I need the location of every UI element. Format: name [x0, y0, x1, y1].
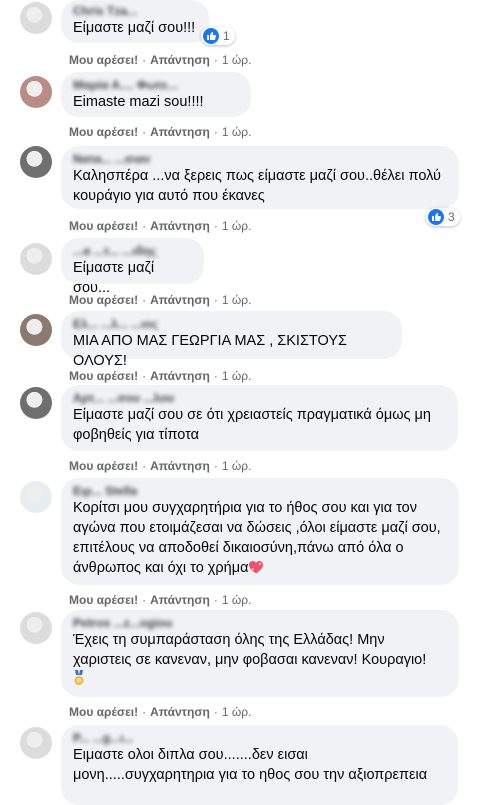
comment-actions: Μου αρέσει! · Απάντηση · 1 ώρ. [69, 369, 251, 383]
comment-text: Eimaste mazi sou!!!! [73, 94, 204, 110]
avatar[interactable] [20, 481, 52, 513]
timestamp[interactable]: 1 ώρ. [222, 219, 252, 233]
comment-bubble: Ειρ... Stella Κορίτσι μου συγχαρητήρια γ… [61, 478, 459, 585]
commenter-name[interactable]: Chris Tza... [73, 4, 197, 18]
avatar[interactable] [20, 146, 52, 178]
reply-button[interactable]: Απάντηση [150, 459, 210, 473]
separator: · [142, 125, 147, 139]
separator: · [213, 125, 218, 139]
commenter-name[interactable]: Ελ... ...λ... ...ιος [73, 317, 390, 331]
reaction-count[interactable]: 1 [201, 27, 235, 45]
comment-bubble: Νατα... ...σιαν Καλησπέρα ...να ξερεις π… [61, 146, 459, 209]
like-button[interactable]: Μου αρέσει! [69, 369, 138, 383]
comment-text-wrap: Κορίτσι μου συγχαρητήρια για το ήθος σου… [73, 498, 447, 580]
like-button[interactable]: Μου αρέσει! [69, 125, 138, 139]
heart-emoji-icon [248, 560, 264, 580]
separator: · [142, 293, 147, 307]
commenter-name[interactable]: Μαρία Α.... Φωτε... [73, 78, 239, 92]
reply-button[interactable]: Απάντηση [150, 293, 210, 307]
avatar[interactable] [20, 727, 52, 759]
comment-bubble: ...α ...τ... ...ιδης Είμαστε μαζί σου... [61, 238, 204, 296]
comment-bubble: Ρ... ...g...ι... Ειμαστε ολοι διπλα σου.… [61, 725, 458, 805]
comment-text: Είμαστε μαζί σου σε ότι χρειαστείς πραγμ… [73, 407, 431, 443]
timestamp[interactable]: 1 ώρ. [222, 293, 252, 307]
commenter-name[interactable]: Ειρ... Stella [73, 484, 447, 498]
separator: · [142, 705, 147, 719]
timestamp[interactable]: 1 ώρ. [222, 705, 252, 719]
avatar[interactable] [20, 243, 52, 275]
separator: · [213, 459, 218, 473]
separator: · [142, 593, 147, 607]
like-icon [428, 209, 444, 225]
avatar[interactable] [20, 612, 52, 644]
comment-bubble: Μαρία Α.... Φωτε... Eimaste mazi sou!!!! [61, 72, 251, 117]
comment-text: Έχεις τη συμπαράσταση όλης της Ελλάδας! … [73, 632, 427, 668]
comment-actions: Μου αρέσει! · Απάντηση · 1 ώρ. [69, 125, 251, 139]
avatar[interactable] [20, 387, 52, 419]
separator: · [142, 369, 147, 383]
comment-bubble: Petros ...z...ogiou Έχεις τη συμπαράστασ… [61, 610, 459, 697]
like-button[interactable]: Μου αρέσει! [69, 293, 138, 307]
reply-button[interactable]: Απάντηση [150, 369, 210, 383]
comment-actions: Μου αρέσει! · Απάντηση · 1 ώρ. [69, 593, 251, 607]
reaction-number: 1 [223, 29, 230, 43]
reply-button[interactable]: Απάντηση [150, 705, 210, 719]
like-button[interactable]: Μου αρέσει! [69, 219, 138, 233]
separator: · [213, 293, 218, 307]
commenter-name[interactable]: Αρτ... ...σου ...λου [73, 391, 446, 405]
like-button[interactable]: Μου αρέσει! [69, 705, 138, 719]
comment-bubble: Ελ... ...λ... ...ιος ΜΙΑ ΑΠΟ ΜΑΣ ΓΕΩΡΓΙΑ… [61, 311, 402, 369]
reply-button[interactable]: Απάντηση [150, 125, 210, 139]
comment-text: ΜΙΑ ΑΠΟ ΜΑΣ ΓΕΩΡΓΙΑ ΜΑΣ , ΣΚΙΣΤΟΥΣ ΟΛΟΥΣ… [73, 333, 347, 369]
avatar[interactable] [20, 76, 52, 108]
comment-text: Καλησπέρα ...να ξερεις πως είμαστε μαζί … [73, 168, 441, 204]
commenter-name[interactable]: ...α ...τ... ...ιδης [73, 244, 192, 258]
separator: · [142, 53, 147, 67]
reply-button[interactable]: Απάντηση [150, 219, 210, 233]
separator: · [213, 593, 218, 607]
comment-actions: Μου αρέσει! · Απάντηση · 1 ώρ. [69, 53, 251, 67]
comment-actions: Μου αρέσει! · Απάντηση · 1 ώρ. [69, 293, 251, 307]
comment-text: Ειμαστε ολοι διπλα σου.......δεν εισαι μ… [73, 747, 428, 783]
comment-text: Είμαστε μαζί σου... [73, 260, 155, 296]
commenter-name[interactable]: Petros ...z...ogiou [73, 616, 447, 630]
timestamp[interactable]: 1 ώρ. [222, 125, 252, 139]
separator: · [213, 219, 218, 233]
separator: · [213, 369, 218, 383]
timestamp[interactable]: 1 ώρ. [222, 53, 252, 67]
reply-button[interactable]: Απάντηση [150, 53, 210, 67]
commenter-name[interactable]: Ρ... ...g...ι... [73, 731, 446, 745]
comment-bubble: Chris Tza... Είμαστε μαζί σου!!! [61, 0, 209, 43]
separator: · [213, 53, 218, 67]
reaction-number: 3 [448, 210, 455, 224]
timestamp[interactable]: 1 ώρ. [222, 369, 252, 383]
timestamp[interactable]: 1 ώρ. [222, 593, 252, 607]
comment-text-wrap: Έχεις τη συμπαράσταση όλης της Ελλάδας! … [73, 630, 447, 692]
medal-emoji-icon [73, 670, 85, 692]
comment-actions: Μου αρέσει! · Απάντηση · 1 ώρ. [69, 459, 251, 473]
comment-text: Είμαστε μαζί σου!!! [73, 20, 196, 36]
separator: · [142, 219, 147, 233]
comment-actions: Μου αρέσει! · Απάντηση · 1 ώρ. [69, 219, 251, 233]
like-icon [203, 28, 219, 44]
separator: · [213, 705, 218, 719]
reply-button[interactable]: Απάντηση [150, 593, 210, 607]
avatar[interactable] [20, 314, 52, 346]
comment-bubble: Αρτ... ...σου ...λου Είμαστε μαζί σου σε… [61, 385, 458, 451]
separator: · [142, 459, 147, 473]
reaction-count[interactable]: 3 [426, 208, 460, 226]
commenter-name[interactable]: Νατα... ...σιαν [73, 152, 447, 166]
avatar[interactable] [20, 2, 52, 34]
like-button[interactable]: Μου αρέσει! [69, 459, 138, 473]
like-button[interactable]: Μου αρέσει! [69, 593, 138, 607]
like-button[interactable]: Μου αρέσει! [69, 53, 138, 67]
timestamp[interactable]: 1 ώρ. [222, 459, 252, 473]
comment-actions: Μου αρέσει! · Απάντηση · 1 ώρ. [69, 705, 251, 719]
